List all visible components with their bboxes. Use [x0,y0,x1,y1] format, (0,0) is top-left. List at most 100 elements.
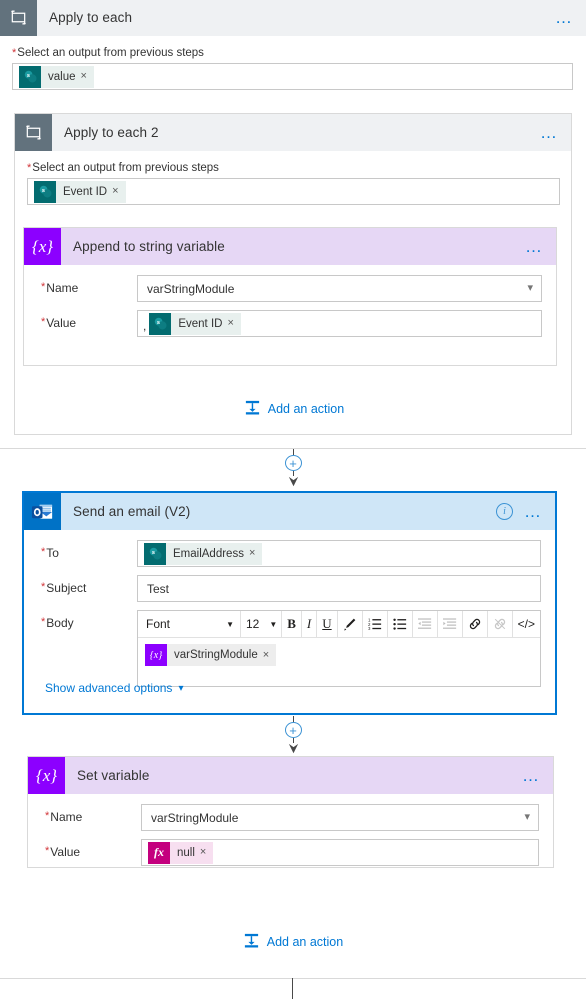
email-subject-value: Test [147,581,170,596]
append-value-label-wrap: *Value [24,310,137,330]
chevron-down-icon: ▼ [226,619,234,629]
email-body-row: *Body Font ▼ 12 ▼ B I U 1 2 3 </> {x} va… [24,610,541,687]
email-subject-input[interactable]: Test [137,575,541,602]
token-email-address[interactable]: s EmailAddress × [144,542,263,565]
show-advanced-options[interactable]: Show advanced options ▾ [45,681,183,695]
required-asterisk: * [27,162,32,174]
append-name-control: varStringModule ▾ [137,275,542,302]
token-remove-button[interactable]: × [81,71,94,82]
token-remove-button[interactable]: × [112,186,125,197]
send-email-header[interactable]: Send an email (V2) i … [24,493,555,530]
variable-glyph: {x} [35,765,58,785]
email-subject-label-wrap: *Subject [24,575,137,595]
code-view-button[interactable]: </> [513,611,540,637]
bottom-add-action-label[interactable]: Add an action [267,935,343,949]
apply-to-each-2-menu-button[interactable]: … [540,124,559,141]
font-family-value: Font [146,617,171,631]
font-size-value: 12 [246,617,260,631]
insert-step-button[interactable]: + [284,722,302,739]
outer-input-label: Select an output from previous steps [17,47,204,59]
token-event-id[interactable]: s Event ID × [149,312,241,335]
token-value[interactable]: s value × [19,65,94,88]
token-remove-button[interactable]: × [249,548,262,559]
append-variable-title: Append to string variable [73,239,225,254]
apply-to-each-header-actions: … [555,9,586,26]
send-email-menu-button[interactable]: … [524,503,543,520]
set-name-label: Name [50,810,83,824]
variable-icon: {x} [24,228,61,265]
apply-to-each-2-header-actions: … [540,124,571,141]
required-asterisk: * [12,47,17,59]
token-label: null [177,846,195,859]
bold-button[interactable]: B [282,611,302,637]
set-variable-body: *Name varStringModule ▾ *Value fx null × [28,794,553,866]
token-remove-button[interactable]: × [263,649,276,661]
connector-after-email: + [284,716,302,759]
token-label: Event ID [63,185,108,198]
append-variable-menu-button[interactable]: … [525,238,544,255]
append-value-row: *Value , s Event ID × [24,310,542,337]
append-variable-header[interactable]: {x} Append to string variable … [24,228,556,265]
apply-to-each-body: *Select an output from previous steps s … [0,36,586,90]
apply-to-each-header[interactable]: Apply to each … [0,0,586,36]
apply-to-each-2-body: *Select an output from previous steps s … [15,151,571,205]
outer-output-select-input[interactable]: s value × [12,63,573,90]
sharepoint-icon: s [34,180,56,203]
font-size-dropdown[interactable]: 12 ▼ [241,611,283,637]
append-name-label: Name [46,281,79,295]
token-event-id[interactable]: s Event ID × [34,180,126,203]
italic-button[interactable]: I [302,611,318,637]
bottom-add-action[interactable]: Add an action [0,932,586,952]
set-variable-menu-button[interactable]: … [522,767,541,784]
token-remove-button[interactable]: × [200,847,213,858]
set-variable-header[interactable]: {x} Set variable … [28,757,553,794]
font-family-dropdown[interactable]: Font ▼ [138,611,241,637]
email-body-control: Font ▼ 12 ▼ B I U 1 2 3 </> {x} varStrin… [137,610,541,687]
expression-icon: fx [148,841,170,864]
bullet-list-icon[interactable] [388,611,413,637]
set-variable-header-actions: … [522,767,553,784]
set-name-row: *Name varStringModule ▾ [28,804,539,831]
outer-input-label-wrap: *Select an output from previous steps [12,47,574,59]
email-body-editor[interactable]: {x} varStringModule × [138,638,540,686]
append-value-input[interactable]: , s Event ID × [137,310,542,337]
numbered-list-icon[interactable]: 1 2 3 [363,611,388,637]
underline-button[interactable]: U [317,611,338,637]
append-value-label: Value [46,316,77,330]
append-name-dropdown[interactable]: varStringModule ▾ [137,275,542,302]
token-remove-button[interactable]: × [227,318,240,329]
email-to-label-wrap: *To [24,540,137,560]
set-variable-title: Set variable [77,768,150,783]
variable-icon: {x} [145,644,167,666]
pen-icon[interactable] [338,611,363,637]
canvas-bottom-stem [292,978,293,999]
rte-toolbar: Font ▼ 12 ▼ B I U 1 2 3 </> [138,611,540,638]
email-subject-row: *Subject Test [24,575,541,602]
append-value-control: , s Event ID × [137,310,542,337]
inner-output-select-input[interactable]: s Event ID × [27,178,560,205]
insert-step-button[interactable]: + [284,455,302,472]
loop-icon [15,114,52,151]
set-value-input[interactable]: fx null × [141,839,539,866]
show-advanced-options-label[interactable]: Show advanced options [45,681,172,695]
outdent-icon [413,611,438,637]
append-name-value: varStringModule [147,281,235,296]
email-to-control: s EmailAddress × [137,540,541,567]
email-to-input[interactable]: s EmailAddress × [137,540,541,567]
set-name-dropdown[interactable]: varStringModule ▾ [141,804,539,831]
add-action-label[interactable]: Add an action [268,402,344,416]
link-icon[interactable] [463,611,488,637]
token-null-expression[interactable]: fx null × [148,841,214,864]
apply-to-each-2-header[interactable]: Apply to each 2 … [15,114,571,151]
send-email-body: *To s EmailAddress × *Subject Test *Body… [24,530,555,687]
token-var-string-module[interactable]: {x} varStringModule × [145,644,277,666]
inner-add-action[interactable]: Add an action [15,399,573,419]
chevron-down-icon: ▾ [178,682,184,694]
set-value-control: fx null × [141,839,539,866]
required-asterisk: * [45,845,50,857]
email-body-label-wrap: *Body [24,610,137,630]
email-to-row: *To s EmailAddress × [24,540,541,567]
apply-to-each-menu-button[interactable]: … [555,9,574,26]
token-label: varStringModule [174,649,258,661]
info-icon[interactable]: i [496,503,513,520]
